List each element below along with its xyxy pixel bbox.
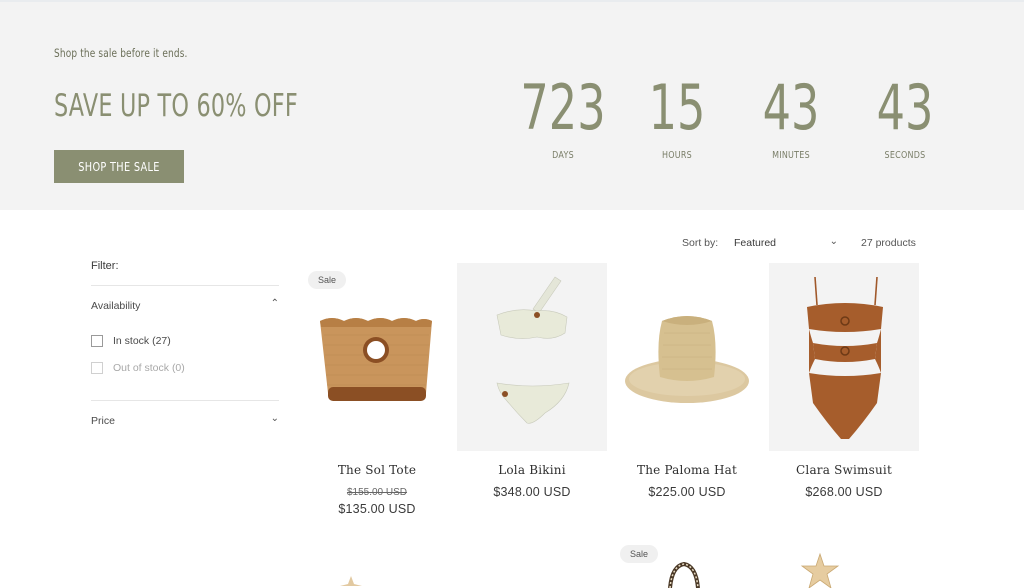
product-price: $135.00 USD	[338, 502, 416, 516]
product-price: $225.00 USD	[648, 485, 726, 499]
product-image[interactable]: Sale	[302, 263, 452, 451]
product-image[interactable]	[457, 263, 607, 451]
countdown-hours-value: 15	[648, 71, 706, 144]
in-stock-label: In stock (27)	[113, 335, 171, 347]
product-card-clara-swimsuit[interactable]: Clara Swimsuit $268.00 USD	[769, 263, 919, 499]
sort-select[interactable]: Featured ⌄	[734, 234, 838, 252]
shop-the-sale-button[interactable]: SHOP THE SALE	[54, 150, 184, 183]
countdown-hours: 15 HOURS	[617, 71, 737, 162]
countdown-minutes: 43 MINUTES	[731, 71, 851, 162]
price-label: Price	[91, 415, 115, 427]
product-count: 27 products	[861, 237, 916, 249]
checkbox-icon[interactable]	[91, 335, 103, 347]
product-price: $348.00 USD	[493, 485, 571, 499]
sort-label: Sort by:	[682, 237, 719, 249]
product-title[interactable]: The Paloma Hat	[612, 463, 762, 477]
countdown-seconds-label: SECONDS	[884, 150, 926, 161]
chevron-up-icon: ⌃	[270, 298, 279, 309]
countdown-minutes-value: 43	[762, 71, 820, 144]
product-price: $268.00 USD	[805, 485, 883, 499]
divider	[91, 400, 279, 401]
countdown-hours-label: HOURS	[661, 150, 692, 161]
bikini-image	[496, 276, 570, 424]
price-facet-toggle[interactable]: Price ⌄	[91, 412, 279, 430]
product-image[interactable]	[612, 263, 762, 451]
sale-badge: Sale	[308, 271, 347, 289]
hero-tagline: Shop the sale before it ends.	[54, 46, 188, 60]
starfish-image	[340, 576, 362, 586]
countdown-seconds: 43 SECONDS	[845, 71, 965, 162]
product-title[interactable]: Lola Bikini	[457, 463, 607, 477]
product-title[interactable]: Clara Swimsuit	[769, 463, 919, 477]
product-card-sol-tote[interactable]: Sale The Sol Tote $155.00 USD $135.00 US…	[302, 263, 452, 516]
out-of-stock-label: Out of stock (0)	[113, 362, 185, 374]
swimsuit-image	[807, 276, 883, 439]
filter-title: Filter:	[91, 260, 119, 272]
sale-badge: Sale	[620, 545, 659, 563]
sort-selected-value: Featured	[734, 237, 777, 249]
chevron-down-icon: ⌄	[270, 413, 279, 424]
product-title[interactable]: The Sol Tote	[302, 463, 452, 477]
bag-handle-image	[668, 561, 700, 588]
tote-bag-image	[320, 318, 432, 401]
countdown-days-label: DAYS	[552, 150, 574, 161]
chevron-down-icon: ⌄	[829, 236, 838, 247]
shop-the-sale-label: SHOP THE SALE	[78, 159, 160, 174]
hero-title: SAVE UP TO 60% OFF	[54, 88, 298, 124]
availability-facet-toggle[interactable]: Availability ⌃	[91, 297, 279, 315]
product-card-paloma-hat[interactable]: The Paloma Hat $225.00 USD	[612, 263, 762, 499]
countdown-days-value: 723	[520, 71, 606, 144]
countdown-days: 723 DAYS	[503, 71, 623, 162]
countdown-minutes-label: MINUTES	[772, 150, 810, 161]
availability-label: Availability	[91, 300, 141, 312]
product-image[interactable]	[769, 263, 919, 451]
starfish-clip-image	[800, 552, 840, 588]
checkbox-icon[interactable]	[91, 362, 103, 374]
product-card-lola-bikini[interactable]: Lola Bikini $348.00 USD	[457, 263, 607, 499]
countdown-seconds-value: 43	[876, 71, 934, 144]
compare-at-price: $155.00 USD	[346, 487, 408, 498]
sale-banner: Shop the sale before it ends. SAVE UP TO…	[0, 0, 1024, 210]
divider	[91, 285, 279, 286]
straw-hat-image	[625, 316, 749, 403]
